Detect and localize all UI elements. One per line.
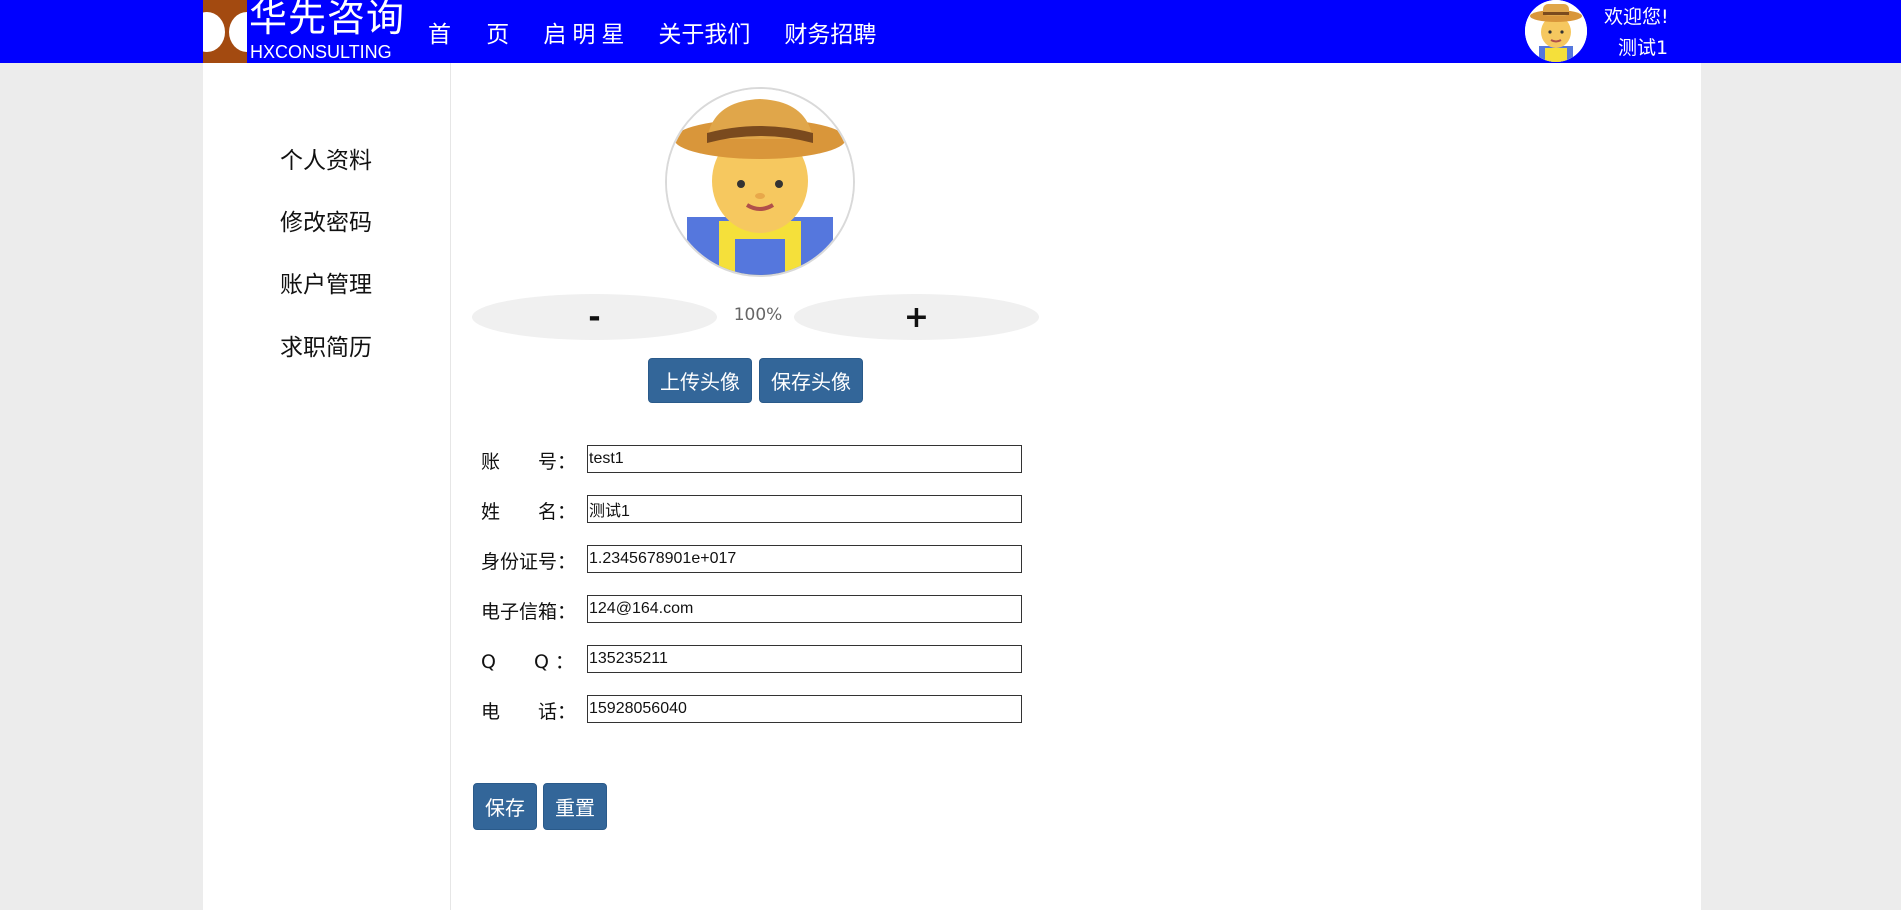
sidebar-item-account-management[interactable]: 账户管理 bbox=[280, 265, 372, 299]
qq-label: Q Q ： bbox=[481, 651, 574, 673]
welcome-text: 欢迎您! bbox=[1604, 6, 1669, 28]
sidebar-item-profile[interactable]: 个人资料 bbox=[280, 141, 372, 175]
account-label: 账 号： bbox=[481, 451, 577, 473]
sidebar: 个人资料 修改密码 账户管理 求职简历 bbox=[203, 63, 451, 910]
logo-text-en: HXCONSULTING bbox=[250, 42, 392, 62]
upload-avatar-button[interactable]: 上传头像 bbox=[648, 358, 752, 403]
save-avatar-button[interactable]: 保存头像 bbox=[759, 358, 863, 403]
reset-button[interactable]: 重置 bbox=[543, 783, 607, 830]
nav-home[interactable]: 首 页 bbox=[428, 15, 523, 49]
content-panel: 个人资料 修改密码 账户管理 求职简历 - 100% + 上传头像 保存头像 账… bbox=[203, 63, 1701, 910]
id-number-label: 身份证号： bbox=[481, 551, 577, 573]
main-nav: 首 页 启明星 关于我们 财务招聘 bbox=[428, 0, 910, 63]
name-field[interactable] bbox=[587, 495, 1022, 523]
email-field[interactable] bbox=[587, 595, 1022, 623]
logo[interactable]: 华先咨询 HXCONSULTING bbox=[203, 0, 404, 63]
user-avatar[interactable] bbox=[1525, 0, 1587, 62]
logo-mark-icon bbox=[203, 0, 247, 63]
account-field[interactable] bbox=[587, 445, 1022, 473]
farmer-avatar-icon bbox=[1525, 0, 1587, 62]
qq-field[interactable] bbox=[587, 645, 1022, 673]
nav-qimingxing[interactable]: 启明星 bbox=[543, 15, 630, 49]
profile-main: - 100% + 上传头像 保存头像 账 号： 姓 名： 身份证号： 电子信箱：… bbox=[451, 63, 1701, 910]
avatar-preview[interactable] bbox=[665, 87, 855, 277]
nav-finance-jobs[interactable]: 财务招聘 bbox=[784, 15, 876, 49]
sidebar-item-change-password[interactable]: 修改密码 bbox=[280, 203, 372, 237]
nav-about-us[interactable]: 关于我们 bbox=[658, 15, 750, 49]
zoom-level: 100% bbox=[733, 305, 783, 325]
email-label: 电子信箱： bbox=[481, 601, 577, 623]
phone-field[interactable] bbox=[587, 695, 1022, 723]
username-text[interactable]: 测试1 bbox=[1618, 33, 1668, 60]
phone-label: 电 话： bbox=[481, 701, 577, 723]
zoom-out-button[interactable]: - bbox=[472, 294, 717, 340]
top-navbar: 华先咨询 HXCONSULTING 首 页 启明星 关于我们 财务招聘 欢迎您!… bbox=[0, 0, 1901, 63]
sidebar-item-resume[interactable]: 求职简历 bbox=[280, 328, 372, 362]
farmer-avatar-icon bbox=[667, 89, 853, 275]
name-label: 姓 名： bbox=[481, 501, 577, 523]
logo-text-cn: 华先咨询 bbox=[249, 0, 406, 40]
id-number-field[interactable] bbox=[587, 545, 1022, 573]
zoom-in-button[interactable]: + bbox=[794, 294, 1039, 340]
save-button[interactable]: 保存 bbox=[473, 783, 537, 830]
